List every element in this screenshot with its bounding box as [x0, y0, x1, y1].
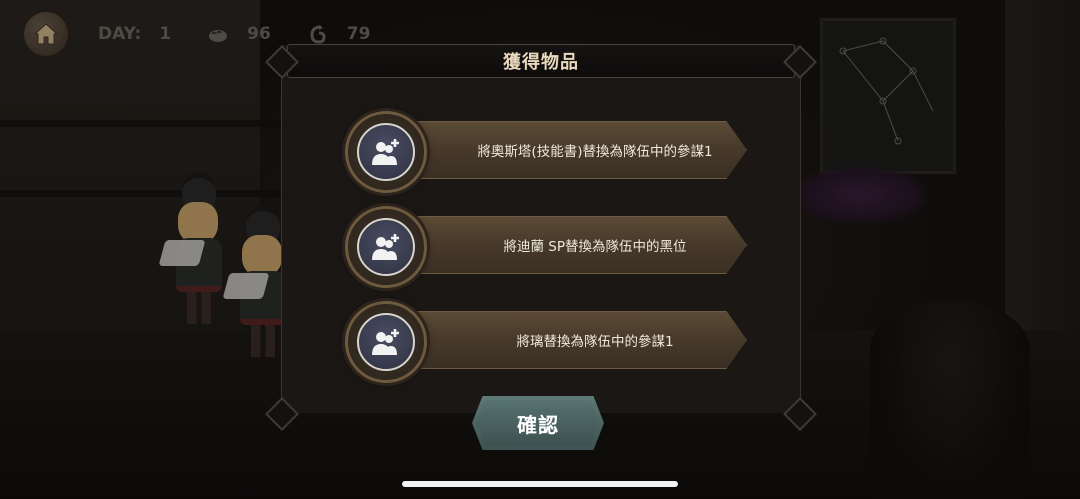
dialog-title-bar: 獲得物品	[287, 44, 795, 78]
reward-item-banner: 將璃替換為隊伍中的參謀1	[405, 311, 747, 369]
add-user-icon	[357, 218, 415, 276]
reward-item-icon-frame	[345, 206, 427, 288]
reward-item: 將奧斯塔(技能書)替換為隊伍中的參謀1	[345, 111, 750, 193]
reward-item-text: 將璃替換為隊伍中的參謀1	[516, 334, 674, 350]
add-user-icon	[357, 313, 415, 371]
reward-item-icon-frame	[345, 301, 427, 383]
confirm-button[interactable]: 確認	[472, 396, 604, 450]
reward-item-text: 將迪蘭 SP替換為隊伍中的黑位	[503, 239, 687, 255]
reward-item: 將迪蘭 SP替換為隊伍中的黑位	[345, 206, 750, 288]
confirm-button-label: 確認	[517, 412, 559, 437]
dialog-title: 獲得物品	[503, 52, 579, 73]
reward-item-icon-frame	[345, 111, 427, 193]
reward-item-banner: 將迪蘭 SP替換為隊伍中的黑位	[405, 216, 747, 274]
reward-item-banner: 將奧斯塔(技能書)替換為隊伍中的參謀1	[405, 121, 747, 179]
reward-item: 將璃替換為隊伍中的參謀1	[345, 301, 750, 383]
add-user-icon	[357, 123, 415, 181]
reward-item-text: 將奧斯塔(技能書)替換為隊伍中的參謀1	[477, 144, 713, 160]
home-indicator-bar[interactable]	[402, 481, 678, 487]
